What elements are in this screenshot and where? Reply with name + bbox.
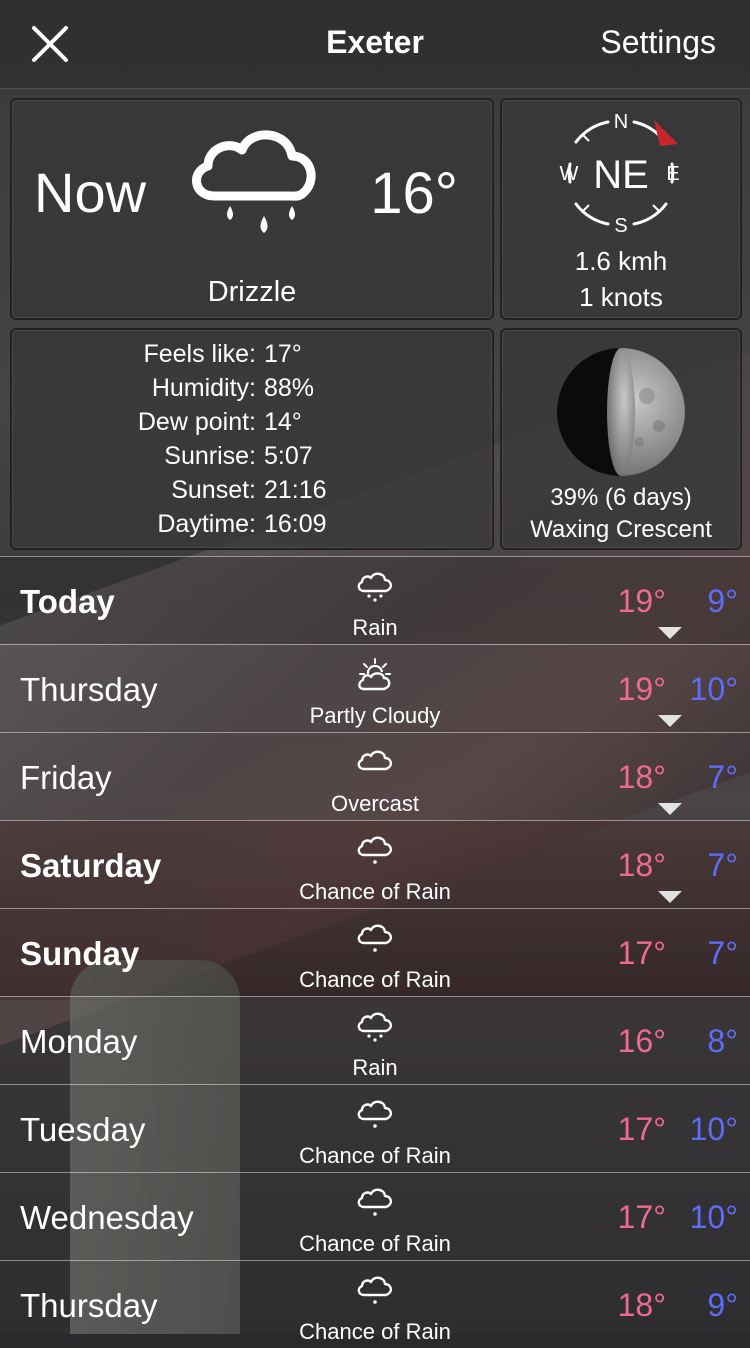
detail-label: Sunrise: — [164, 442, 256, 470]
svg-text:N: N — [614, 111, 628, 133]
chance-of-rain-icon — [357, 1100, 393, 1128]
detail-row: Humidity: 88% — [12, 374, 492, 408]
current-condition: Drizzle — [207, 276, 297, 308]
detail-label: Dew point: — [137, 408, 256, 436]
low-temperature: 9° — [707, 583, 738, 619]
forecast-row[interactable]: Monday Rain 16° 8° — [0, 996, 750, 1084]
svg-text:S: S — [614, 215, 627, 237]
rain-icon — [357, 1012, 393, 1042]
detail-row: Sunset: 21:16 — [12, 476, 492, 510]
low-temperature: 10° — [689, 1111, 738, 1147]
chance-of-rain-icon — [357, 836, 393, 864]
moon-phase: Waxing Crescent — [530, 516, 712, 543]
high-temperature: 17° — [617, 1111, 666, 1147]
chance-of-rain-icon — [357, 1188, 393, 1216]
current-temperature: 16° — [370, 161, 458, 226]
forecast-row[interactable]: Friday Overcast 18° 7° — [0, 732, 750, 820]
high-temperature: 18° — [617, 1287, 666, 1323]
chance-of-rain-icon — [357, 1276, 393, 1304]
settings-button[interactable]: Settings — [600, 24, 716, 61]
chance-of-rain-icon — [357, 924, 393, 952]
high-temperature: 17° — [617, 935, 666, 971]
svg-text:E: E — [666, 163, 679, 185]
daily-forecast-list: Today Rain 19° 9° Thursday Partly Cloudy… — [0, 556, 750, 1348]
high-temperature: 17° — [617, 1199, 666, 1235]
detail-row: Dew point: 14° — [12, 408, 492, 442]
detail-row: Feels like: 17° — [12, 340, 492, 374]
wind-knots: 1 knots — [579, 282, 663, 312]
low-temperature: 7° — [707, 847, 738, 883]
low-temperature: 10° — [689, 671, 738, 707]
forecast-row[interactable]: Thursday Chance of Rain 18° 9° — [0, 1260, 750, 1348]
details-panel[interactable]: Feels like: 17° Humidity: 88% Dew point:… — [10, 328, 494, 550]
expand-chevron-icon[interactable] — [658, 715, 682, 727]
detail-row: Sunrise: 5:07 — [12, 442, 492, 476]
high-temperature: 18° — [617, 847, 666, 883]
forecast-row[interactable]: Saturday Chance of Rain 18° 7° — [0, 820, 750, 908]
detail-label: Sunset: — [171, 476, 256, 504]
expand-chevron-icon[interactable] — [658, 627, 682, 639]
compass-icon: N E S W NE — [560, 111, 680, 237]
moon-panel[interactable]: 39% (6 days) Waxing Crescent — [500, 328, 742, 550]
drizzle-cloud-icon — [192, 130, 316, 233]
low-temperature: 10° — [689, 1199, 738, 1235]
low-temperature: 7° — [707, 935, 738, 971]
high-temperature: 16° — [617, 1023, 666, 1059]
forecast-row[interactable]: Tuesday Chance of Rain 17° 10° — [0, 1084, 750, 1172]
rain-icon — [357, 572, 393, 602]
wind-panel[interactable]: N E S W NE 1.6 kmh 1 knots — [500, 98, 742, 320]
current-conditions-panel[interactable]: Now 16° Drizzle — [10, 98, 494, 320]
expand-chevron-icon[interactable] — [658, 803, 682, 815]
overcast-icon — [357, 750, 393, 771]
low-temperature: 8° — [707, 1023, 738, 1059]
moon-phase-icon — [557, 348, 685, 476]
now-label: Now — [34, 161, 147, 224]
low-temperature: 7° — [707, 759, 738, 795]
detail-value: 21:16 — [264, 476, 327, 504]
detail-value: 14° — [264, 408, 302, 436]
forecast-row[interactable]: Thursday Partly Cloudy 19° 10° — [0, 644, 750, 732]
wind-arrow-icon — [654, 120, 678, 146]
detail-label: Feels like: — [143, 340, 256, 368]
detail-value: 17° — [264, 340, 302, 368]
partly-cloudy-icon — [358, 658, 391, 691]
wind-direction: NE — [593, 153, 649, 197]
detail-label: Humidity: — [151, 374, 256, 402]
detail-value: 5:07 — [264, 442, 313, 470]
svg-text:W: W — [560, 163, 579, 185]
high-temperature: 18° — [617, 759, 666, 795]
detail-label: Daytime: — [157, 510, 256, 538]
expand-chevron-icon[interactable] — [658, 891, 682, 903]
low-temperature: 9° — [707, 1287, 738, 1323]
high-temperature: 19° — [617, 671, 666, 707]
detail-row: Daytime: 16:09 — [12, 510, 492, 544]
wind-speed: 1.6 kmh — [574, 246, 668, 276]
moon-percent: 39% (6 days) — [550, 484, 692, 511]
detail-value: 88% — [264, 374, 315, 402]
forecast-row[interactable]: Sunday Chance of Rain 17° 7° — [0, 908, 750, 996]
forecast-row[interactable]: Wednesday Chance of Rain 17° 10° — [0, 1172, 750, 1260]
forecast-row[interactable]: Today Rain 19° 9° — [0, 556, 750, 644]
detail-value: 16:09 — [264, 510, 327, 538]
navigation-bar: Exeter Settings — [0, 0, 750, 89]
high-temperature: 19° — [617, 583, 666, 619]
